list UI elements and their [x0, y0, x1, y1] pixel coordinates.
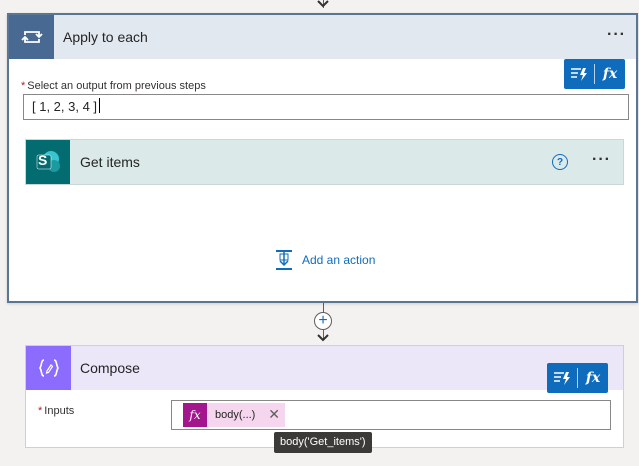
compose-braces-icon: [26, 346, 71, 390]
select-output-input[interactable]: [ 1, 2, 3, 4 ]: [23, 94, 629, 120]
apply-to-each-more-button[interactable]: ···: [607, 26, 626, 44]
insert-step-button[interactable]: +: [314, 312, 332, 330]
inputs-label: * Inputs: [38, 405, 75, 417]
dynamic-content-icon[interactable]: [564, 59, 594, 89]
expression-token-fx-icon: fx: [183, 403, 207, 427]
sharepoint-icon: S: [26, 140, 70, 184]
add-action-icon: [276, 250, 292, 270]
apply-to-each-title: Apply to each: [63, 29, 148, 45]
add-action-label: Add an action: [302, 253, 376, 267]
token-tooltip: body('Get_items'): [274, 432, 372, 453]
compose-dynamic-buttons: fx: [547, 363, 608, 393]
compose-title: Compose: [80, 360, 140, 376]
help-icon[interactable]: ?: [552, 154, 568, 170]
get-items-title: Get items: [80, 154, 140, 170]
expression-token[interactable]: fx body(...) ✕: [183, 403, 285, 427]
compose-header[interactable]: Compose: [26, 346, 623, 390]
sharepoint-letter: S: [38, 152, 48, 168]
expression-token-label: body(...): [215, 409, 256, 421]
top-connector-arrow: [317, 0, 329, 8]
fx-icon[interactable]: fx: [578, 363, 608, 393]
dynamic-content-icon[interactable]: [547, 363, 577, 393]
loop-dynamic-buttons: fx: [564, 59, 625, 89]
add-action-button[interactable]: Add an action: [274, 250, 375, 270]
middle-connector-arrow: [317, 334, 329, 342]
select-output-label: * Select an output from previous steps: [21, 80, 206, 92]
remove-token-icon[interactable]: ✕: [268, 406, 280, 423]
fx-icon[interactable]: fx: [595, 59, 625, 89]
loop-icon: [9, 15, 54, 59]
get-items-more-button[interactable]: ···: [592, 151, 611, 169]
apply-to-each-header[interactable]: Apply to each ···: [9, 15, 636, 59]
text-caret: [99, 98, 101, 113]
get-items-card[interactable]: S Get items ? ···: [25, 139, 624, 185]
